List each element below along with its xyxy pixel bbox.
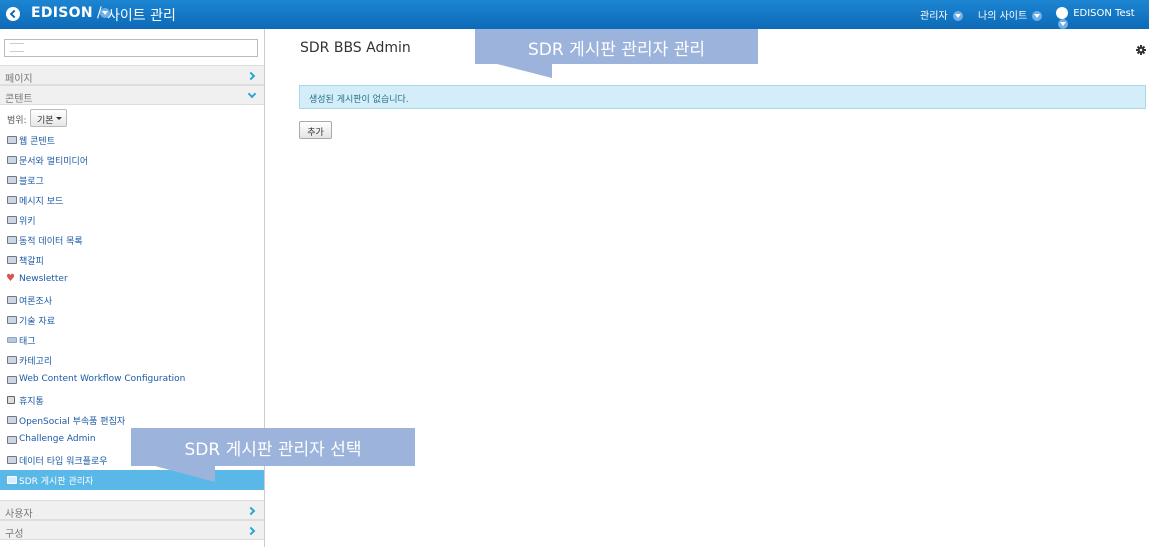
sidebar-item[interactable]: 동적 데이터 목록 xyxy=(0,230,264,250)
sidebar-item-label: Challenge Admin xyxy=(19,434,96,444)
sidebar-item[interactable]: 메시지 보드 xyxy=(0,190,264,210)
section-configuration[interactable]: 구성 xyxy=(0,520,264,540)
callout-sidebar: SDR 게시판 관리자 선택 xyxy=(131,428,415,466)
admin-menu-label: 관리자 xyxy=(920,11,948,22)
admin-menu[interactable]: 관리자 xyxy=(920,7,963,22)
challenge-admin-icon xyxy=(7,436,17,444)
chevron-down-icon xyxy=(1032,11,1043,21)
sidebar-item[interactable]: 문서와 멀티미디어 xyxy=(0,150,264,170)
sidebar-item-label: 휴지통 xyxy=(19,397,44,407)
sidebar-item-label: Newsletter xyxy=(19,274,68,284)
trash-icon xyxy=(7,396,15,404)
web-content-icon xyxy=(7,136,17,144)
sidebar-item-label: SDR 게시판 관리자 xyxy=(19,477,94,487)
my-sites-menu[interactable]: 나의 사이트 xyxy=(978,7,1043,22)
sidebar-item-label: 기술 자료 xyxy=(19,317,55,327)
polls-icon xyxy=(7,296,17,304)
message-board-icon xyxy=(7,196,17,204)
sidebar-item-label: 웹 콘텐트 xyxy=(19,137,55,147)
chevron-down-icon xyxy=(952,11,963,21)
sidebar-item[interactable]: 카테고리 xyxy=(0,350,264,370)
wiki-icon xyxy=(7,216,17,224)
sidebar-item[interactable]: 휴지통 xyxy=(0,390,264,410)
user-name: EDISON Test xyxy=(1073,8,1135,19)
sidebar-item[interactable]: 책갈피 xyxy=(0,250,264,270)
tags-icon xyxy=(7,337,17,343)
sidebar-item[interactable]: 웹 콘텐트 xyxy=(0,130,264,150)
callout-top-tail xyxy=(497,64,552,78)
chevron-down-icon xyxy=(1058,19,1068,29)
chevron-right-icon xyxy=(246,505,257,516)
sidebar-item[interactable]: 여론조사 xyxy=(0,290,264,310)
sidebar-item[interactable]: 태그 xyxy=(0,330,264,350)
search-field-icon xyxy=(10,43,24,52)
sidebar-item[interactable]: SDR 게시판 관리자 xyxy=(0,470,264,490)
scope-select[interactable]: 기본 xyxy=(30,109,67,127)
section-users[interactable]: 사용자 xyxy=(0,500,264,520)
chevron-down-icon xyxy=(246,90,257,101)
sidebar-item[interactable]: Newsletter xyxy=(0,270,264,290)
brand-label: EDISON xyxy=(31,5,93,21)
knowledge-base-icon xyxy=(7,316,17,324)
back-icon[interactable] xyxy=(6,7,20,21)
add-button[interactable]: 추가 xyxy=(299,121,332,139)
newsletter-icon xyxy=(6,273,17,284)
sidebar-item-label: Web Content Workflow Configuration xyxy=(19,374,186,384)
sidebar-item-label: 카테고리 xyxy=(19,357,53,367)
sidebar-item-label: 여론조사 xyxy=(19,297,53,307)
sidebar-item[interactable]: 블로그 xyxy=(0,170,264,190)
scope-value: 기본 xyxy=(37,116,54,126)
section-users-label: 사용자 xyxy=(5,509,33,520)
sidebar-item-label: 문서와 멀티미디어 xyxy=(19,157,89,167)
callout-sidebar-tail xyxy=(155,466,215,482)
callout-top: SDR 게시판 관리자 관리 xyxy=(475,29,758,64)
info-alert: 생성된 게시판이 없습니다. xyxy=(299,85,1146,109)
bookmarks-icon xyxy=(7,256,17,264)
sidebar-item-label: 데이터 타입 워크플로우 xyxy=(19,457,108,467)
blog-icon xyxy=(7,176,17,184)
chevron-right-icon xyxy=(246,525,257,536)
section-content[interactable]: 콘텐트 xyxy=(0,85,264,105)
categories-icon xyxy=(7,356,17,364)
user-menu[interactable]: EDISON Test xyxy=(1056,7,1149,30)
sidebar-item-label: OpenSocial 부속품 편집자 xyxy=(19,417,126,427)
sidebar-item-label: 태그 xyxy=(19,337,36,347)
dynamic-data-icon xyxy=(7,236,17,244)
sidebar-item-label: 블로그 xyxy=(19,177,44,187)
sidebar-item-label: 동적 데이터 목록 xyxy=(19,237,83,247)
breadcrumb-site-admin: 사이트 관리 xyxy=(107,8,176,24)
top-bar: EDISON / 사이트 관리 관리자 나의 사이트 EDISON Test xyxy=(0,0,1149,29)
sidebar-item[interactable]: 위키 xyxy=(0,210,264,230)
data-type-workflow-icon xyxy=(7,456,17,464)
breadcrumb-separator: / xyxy=(97,5,102,21)
sidebar-item[interactable]: 기술 자료 xyxy=(0,310,264,330)
gear-icon[interactable] xyxy=(1136,45,1146,55)
section-configuration-label: 구성 xyxy=(5,529,24,540)
workflow-icon xyxy=(7,376,17,384)
search-input[interactable] xyxy=(4,39,258,57)
sdr-board-icon xyxy=(7,476,17,484)
sidebar-item-label: 책갈피 xyxy=(19,257,44,267)
scope-label: 범위: xyxy=(7,116,27,126)
section-content-label: 콘텐트 xyxy=(5,94,33,105)
sidebar-item[interactable]: Web Content Workflow Configuration xyxy=(0,370,264,390)
opensocial-icon xyxy=(7,416,17,424)
sidebar-item[interactable]: OpenSocial 부속품 편집자 xyxy=(0,410,264,430)
sidebar-item-label: 위키 xyxy=(19,217,36,227)
avatar xyxy=(1056,7,1068,19)
page-title: SDR BBS Admin xyxy=(300,40,411,56)
sidebar-item-label: 메시지 보드 xyxy=(19,197,64,207)
section-pages-label: 페이지 xyxy=(5,74,33,85)
my-sites-label: 나의 사이트 xyxy=(978,11,1028,22)
chevron-right-icon xyxy=(246,70,257,81)
documents-icon xyxy=(7,156,17,164)
section-pages[interactable]: 페이지 xyxy=(0,65,264,85)
sidebar: 페이지 콘텐트 범위: 기본 웹 콘텐트문서와 멀티미디어블로그메시지 보드위키… xyxy=(0,29,265,547)
